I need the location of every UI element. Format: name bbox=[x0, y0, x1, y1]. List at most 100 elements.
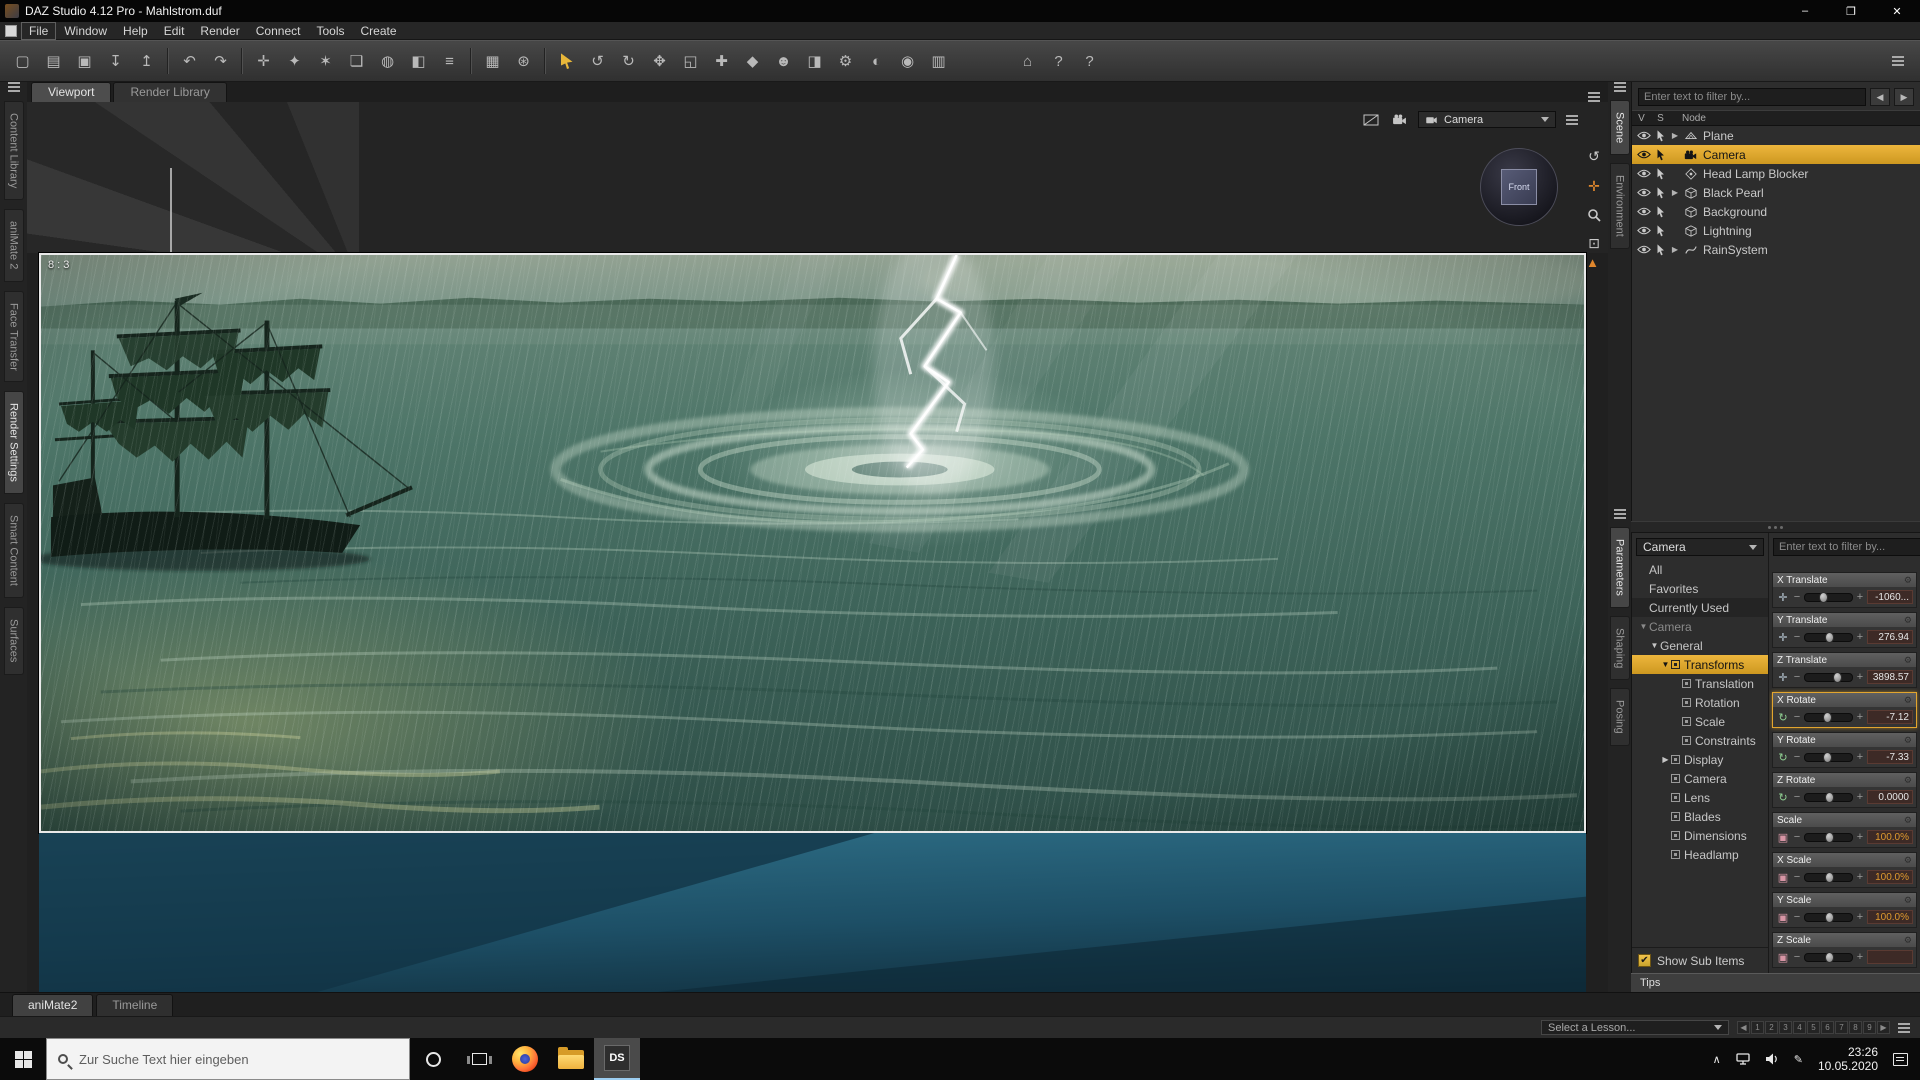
x-scale-value[interactable]: 100.0% bbox=[1867, 870, 1913, 884]
slider-knob[interactable] bbox=[1833, 672, 1842, 683]
param-tree-dimensions[interactable]: Dimensions bbox=[1632, 826, 1768, 845]
decrement-button[interactable]: − bbox=[1793, 831, 1801, 843]
increment-button[interactable]: + bbox=[1856, 591, 1864, 603]
figure-setup-icon[interactable]: ☻ bbox=[769, 47, 798, 75]
scene-node-rainsystem[interactable]: ▶RainSystem bbox=[1632, 240, 1920, 259]
tips-bar[interactable]: Tips bbox=[1631, 973, 1920, 992]
param-tree-rotation[interactable]: Rotation bbox=[1632, 693, 1768, 712]
selection-pointer-icon[interactable] bbox=[1652, 225, 1669, 237]
render-icon[interactable]: ◉ bbox=[893, 47, 922, 75]
whats-this-icon[interactable]: ? bbox=[1044, 47, 1073, 75]
visibility-eye-icon[interactable] bbox=[1635, 188, 1652, 197]
menu-window[interactable]: Window bbox=[57, 23, 114, 39]
close-button[interactable]: ✕ bbox=[1874, 0, 1920, 22]
expand-arrow-icon[interactable]: ▶ bbox=[1669, 188, 1681, 197]
redo-icon[interactable]: ↷ bbox=[206, 47, 235, 75]
scale-tool-icon[interactable]: ◱ bbox=[676, 47, 705, 75]
z-rotate-value[interactable]: 0.0000 bbox=[1867, 790, 1913, 804]
viewport-options-menu-icon[interactable] bbox=[1566, 119, 1578, 121]
y-translate-value[interactable]: 276.94 bbox=[1867, 630, 1913, 644]
node-selection-tool-icon[interactable] bbox=[552, 47, 581, 75]
decrement-button[interactable]: − bbox=[1793, 911, 1801, 923]
frame-view-icon[interactable]: ⊡ bbox=[1588, 235, 1600, 252]
taskbar-daz-studio[interactable]: DS bbox=[594, 1038, 640, 1080]
slider-track[interactable] bbox=[1804, 713, 1853, 722]
undo-icon[interactable]: ↶ bbox=[175, 47, 204, 75]
visibility-eye-icon[interactable] bbox=[1635, 245, 1652, 254]
gear-icon[interactable]: ⚙ bbox=[1904, 895, 1912, 906]
aux-viewport-icon[interactable]: ▥ bbox=[924, 47, 953, 75]
param-tree-constraints[interactable]: Constraints bbox=[1632, 731, 1768, 750]
x-translate-value[interactable]: -1060... bbox=[1867, 590, 1913, 604]
create-primitive-icon[interactable]: ❏ bbox=[342, 47, 371, 75]
pager-cell-5[interactable]: 5 bbox=[1807, 1021, 1820, 1034]
slider-track[interactable] bbox=[1804, 673, 1853, 682]
visibility-eye-icon[interactable] bbox=[1635, 169, 1652, 178]
tree-arrow-icon[interactable]: ▼ bbox=[1638, 622, 1649, 631]
increment-button[interactable]: + bbox=[1856, 951, 1864, 963]
increment-button[interactable]: + bbox=[1856, 711, 1864, 723]
dock-tab-render-settings[interactable]: Render Settings bbox=[4, 391, 24, 494]
dock-tab-posing[interactable]: Posing bbox=[1610, 688, 1630, 746]
selection-pointer-icon[interactable] bbox=[1652, 130, 1669, 142]
create-camera-icon[interactable]: ✶ bbox=[311, 47, 340, 75]
scene-node-head-lamp-blocker[interactable]: Head Lamp Blocker bbox=[1632, 164, 1920, 183]
expand-arrow-icon[interactable]: ▶ bbox=[1669, 245, 1681, 254]
slider-track[interactable] bbox=[1804, 633, 1853, 642]
taskbar-clock[interactable]: 23:26 10.05.2020 bbox=[1818, 1045, 1878, 1073]
slider-track[interactable] bbox=[1804, 593, 1853, 602]
gear-icon[interactable]: ⚙ bbox=[1904, 935, 1912, 946]
tab-viewport[interactable]: Viewport bbox=[31, 82, 111, 102]
scene-node-camera[interactable]: Camera bbox=[1632, 145, 1920, 164]
right-dock-menu-icon[interactable] bbox=[1614, 86, 1626, 88]
param-tree-camera[interactable]: Camera bbox=[1632, 769, 1768, 788]
x-rotate-value[interactable]: -7.12 bbox=[1867, 710, 1913, 724]
content-directory-icon[interactable]: ⌂ bbox=[1013, 47, 1042, 75]
pager-cell-2[interactable]: 2 bbox=[1765, 1021, 1778, 1034]
scene-node-plane[interactable]: ▶Plane bbox=[1632, 126, 1920, 145]
selection-pointer-icon[interactable] bbox=[1652, 149, 1669, 161]
pager-cell-10[interactable]: ▶ bbox=[1877, 1021, 1890, 1034]
param-tree-general[interactable]: ▼General bbox=[1632, 636, 1768, 655]
dock-tab-shaping[interactable]: Shaping bbox=[1610, 616, 1630, 680]
selection-pointer-icon[interactable] bbox=[1652, 206, 1669, 218]
slider-track[interactable] bbox=[1804, 833, 1853, 842]
pager-cell-0[interactable]: ◀ bbox=[1737, 1021, 1750, 1034]
increment-button[interactable]: + bbox=[1856, 791, 1864, 803]
y-scale-value[interactable]: 100.0% bbox=[1867, 910, 1913, 924]
param-tree-favorites[interactable]: Favorites bbox=[1632, 579, 1768, 598]
menu-tools[interactable]: Tools bbox=[309, 23, 351, 39]
gear-icon[interactable]: ⚙ bbox=[1904, 855, 1912, 866]
param-tree-headlamp[interactable]: Headlamp bbox=[1632, 845, 1768, 864]
increment-button[interactable]: + bbox=[1856, 671, 1864, 683]
increment-button[interactable]: + bbox=[1856, 831, 1864, 843]
render-settings-icon[interactable]: ⚙ bbox=[831, 47, 860, 75]
slider-knob[interactable] bbox=[1823, 712, 1832, 723]
decrement-button[interactable]: − bbox=[1793, 591, 1801, 603]
save-scene-icon[interactable]: ▣ bbox=[70, 47, 99, 75]
open-scene-icon[interactable]: ▤ bbox=[39, 47, 68, 75]
param-tree-all[interactable]: All bbox=[1632, 560, 1768, 579]
tab-timeline[interactable]: Timeline bbox=[96, 994, 173, 1016]
translate-tool-icon[interactable]: ✥ bbox=[645, 47, 674, 75]
menu-file[interactable]: File bbox=[22, 23, 55, 39]
pager-cell-6[interactable]: 6 bbox=[1821, 1021, 1834, 1034]
network-icon[interactable] bbox=[1736, 1053, 1750, 1065]
viewport-pane-menu-icon[interactable] bbox=[1588, 96, 1600, 98]
node-edit-tool-icon[interactable]: ◆ bbox=[738, 47, 767, 75]
grid-snap-icon[interactable]: ▦ bbox=[478, 47, 507, 75]
show-sub-items-row[interactable]: ✔ Show Sub Items bbox=[1632, 947, 1768, 973]
menu-render[interactable]: Render bbox=[193, 23, 246, 39]
cortana-button[interactable] bbox=[410, 1038, 456, 1080]
taskbar-search[interactable] bbox=[46, 1038, 410, 1080]
decrement-button[interactable]: − bbox=[1793, 791, 1801, 803]
increment-button[interactable]: + bbox=[1856, 631, 1864, 643]
gear-icon[interactable]: ⚙ bbox=[1904, 615, 1912, 626]
dock-tab-face-transfer[interactable]: Face Transfer bbox=[4, 291, 24, 383]
param-tree-scale[interactable]: Scale bbox=[1632, 712, 1768, 731]
dock-tab-parameters[interactable]: Parameters bbox=[1610, 527, 1630, 608]
spot-render-icon[interactable]: ◐ bbox=[862, 47, 891, 75]
pager-cell-9[interactable]: 9 bbox=[1863, 1021, 1876, 1034]
pager-cell-8[interactable]: 8 bbox=[1849, 1021, 1862, 1034]
menu-create[interactable]: Create bbox=[353, 23, 403, 39]
